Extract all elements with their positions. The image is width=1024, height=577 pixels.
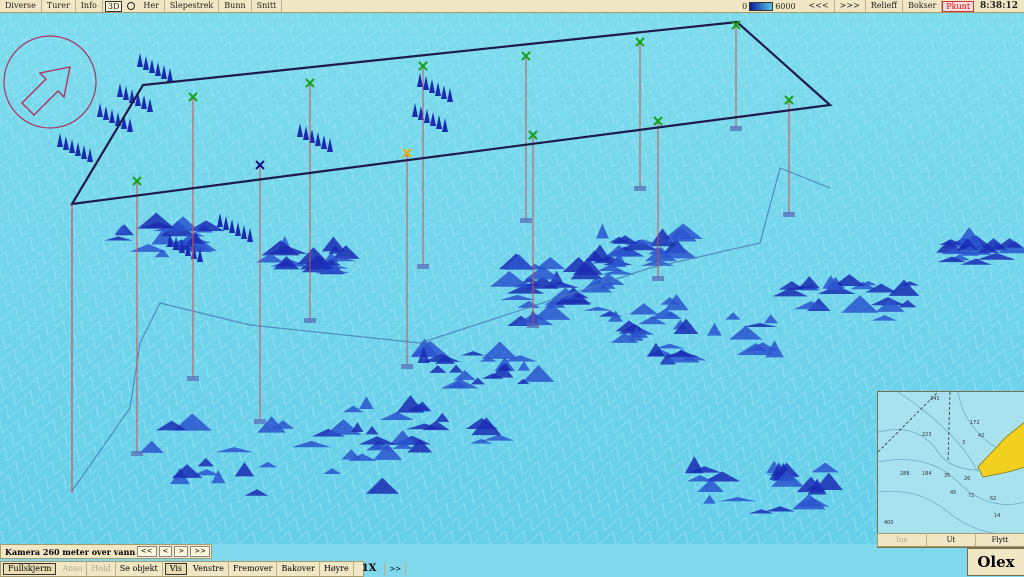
camera-label: Kamera 260 meter over vann [5, 546, 136, 557]
svg-text:35: 35 [944, 473, 950, 479]
svg-text:288: 288 [900, 471, 910, 477]
menu-slepestrek[interactable]: Slepestrek [165, 0, 220, 12]
depth-scale-min: 0 [742, 1, 748, 11]
pole-base [520, 218, 532, 223]
pole-base [652, 276, 664, 281]
hoyre-button[interactable]: Høyre [320, 562, 354, 576]
svg-text:42: 42 [978, 433, 984, 439]
menu-her[interactable]: Her [138, 0, 165, 12]
menu-diverse[interactable]: Diverse [0, 0, 42, 12]
camera-panel: Kamera 260 meter over vann << < > >> [0, 544, 212, 559]
svg-text:3: 3 [962, 440, 965, 446]
minimap-buttons: Inn Ut Flytt [877, 533, 1024, 547]
fremover-button[interactable]: Fremover [229, 562, 278, 576]
menu-bunn[interactable]: Bunn [219, 0, 252, 12]
svg-text:14: 14 [994, 513, 1000, 519]
pole-base [634, 186, 646, 191]
bottom-toolbar: Fullskjerm Anso Hold Se objekt Vis Venst… [0, 561, 407, 577]
pole-base [304, 318, 316, 323]
overview-minimap[interactable]: 241 223 172 42 3 288 184 35 26 45 72 62 … [877, 391, 1024, 548]
pole-base [527, 323, 539, 328]
zoom-next-button[interactable]: >> [385, 562, 407, 576]
svg-text:45: 45 [950, 490, 956, 496]
clock-time: 8:38:12 [980, 1, 1018, 11]
minimap-inn-button[interactable]: Inn [878, 534, 927, 546]
hold-button[interactable]: Hold [87, 562, 116, 576]
svg-text:72: 72 [968, 493, 974, 499]
prev-button[interactable]: <<< [804, 0, 835, 12]
depth-scale-max: 6000 [775, 1, 796, 11]
top-menu-bar: Diverse Turer Info 3D Her Slepestrek Bun… [0, 0, 1024, 13]
punkt-button[interactable]: Pkunt [942, 0, 975, 12]
pole-base [131, 451, 143, 456]
pole-base [730, 126, 742, 131]
svg-text:172: 172 [970, 420, 980, 426]
svg-text:241: 241 [930, 396, 940, 402]
pole-base [401, 364, 413, 369]
next-button[interactable]: >>> [835, 0, 866, 12]
svg-text:62: 62 [990, 496, 996, 502]
menu-info[interactable]: Info [76, 0, 103, 12]
seabed-3d-view[interactable] [0, 13, 1024, 544]
svg-text:184: 184 [922, 471, 932, 477]
depth-color-scale[interactable] [749, 1, 774, 11]
svg-text:26: 26 [964, 476, 970, 482]
se-objekt-button[interactable]: Se objekt [116, 562, 163, 576]
pole-base [783, 212, 795, 217]
venstre-button[interactable]: Venstre [189, 562, 229, 576]
pole-base [417, 264, 429, 269]
svg-text:400: 400 [884, 520, 894, 526]
zoom-level[interactable]: 1X [354, 562, 386, 576]
menu-turer[interactable]: Turer [42, 0, 76, 12]
minimap-ut-button[interactable]: Ut [927, 534, 976, 546]
pole-base [187, 376, 199, 381]
menu-snitt[interactable]: Snitt [252, 0, 283, 12]
camera-last-button[interactable]: >> [190, 546, 210, 557]
mode-3d-button[interactable]: 3D [104, 0, 123, 12]
bakover-button[interactable]: Bakover [277, 562, 320, 576]
svg-text:223: 223 [922, 432, 932, 438]
camera-prev-button[interactable]: < [158, 546, 173, 557]
bokser-button[interactable]: Bokser [903, 0, 943, 12]
pole-base [254, 419, 266, 424]
fullskjerm-button[interactable]: Fullskjerm [3, 563, 57, 575]
vis-button[interactable]: Vis [164, 563, 188, 575]
camera-next-button[interactable]: > [174, 546, 189, 557]
anso-button[interactable]: Anso [58, 562, 88, 576]
camera-first-button[interactable]: << [136, 546, 157, 557]
clock-icon[interactable] [127, 2, 136, 10]
relief-button[interactable]: Relieff [866, 0, 904, 12]
minimap-flytt-button[interactable]: Flytt [976, 534, 1024, 546]
olex-logo: Olex [967, 548, 1024, 576]
minimap-chart: 241 223 172 42 3 288 184 35 26 45 72 62 … [878, 392, 1024, 535]
